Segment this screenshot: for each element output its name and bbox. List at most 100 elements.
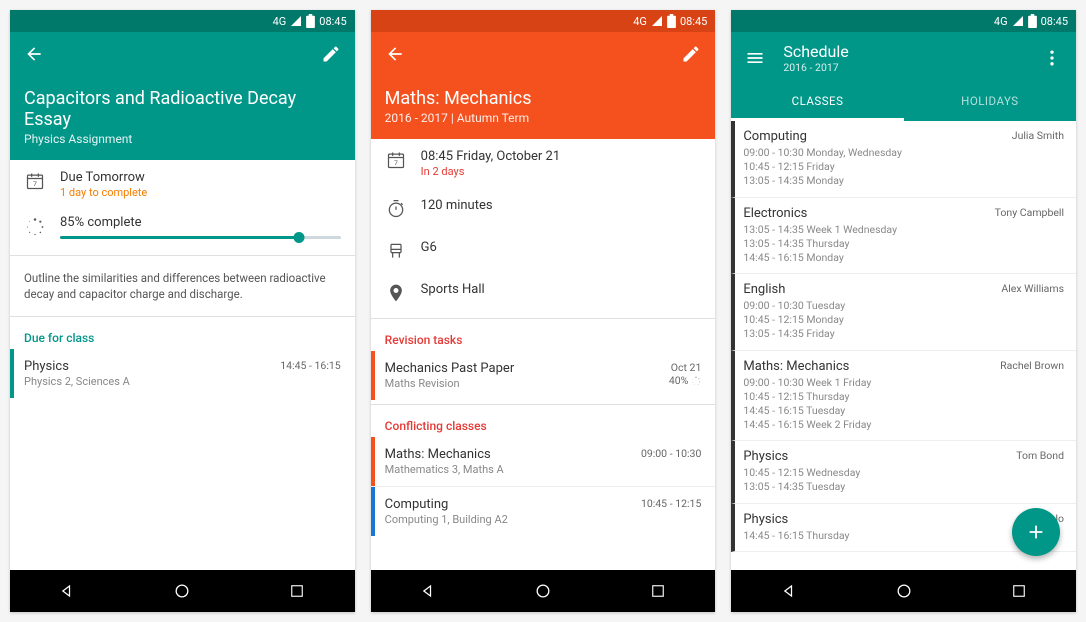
android-navbar bbox=[371, 570, 716, 612]
class-item[interactable]: Physics Physics 2, Sciences A 14:45 - 16… bbox=[10, 349, 355, 398]
progress-row: 85% complete bbox=[10, 209, 355, 251]
calendar-icon: 7 bbox=[24, 170, 46, 192]
screen-assignment-detail: 4G 08:45 Capacitors and Radioactive Deca… bbox=[10, 10, 355, 612]
back-icon[interactable] bbox=[24, 44, 44, 64]
schedule-item-line: 10:45 - 12:15 Wednesday bbox=[743, 466, 1016, 480]
schedule-item-line: 10:45 - 12:15 Thursday bbox=[743, 390, 1000, 404]
nav-home-icon[interactable] bbox=[893, 580, 915, 602]
schedule-item-line: 13:05 - 14:35 Week 1 Wednesday bbox=[743, 223, 994, 237]
room-row: G6 bbox=[371, 230, 716, 272]
tabs: CLASSES HOLIDAYS bbox=[731, 84, 1076, 121]
schedule-item-title: English bbox=[743, 282, 1001, 297]
add-button[interactable] bbox=[1012, 508, 1060, 556]
revision-sub: Maths Revision bbox=[385, 377, 669, 390]
revision-title: Mechanics Past Paper bbox=[385, 361, 669, 376]
progress-icon bbox=[24, 216, 46, 238]
battery-icon bbox=[306, 14, 315, 28]
due-warning: 1 day to complete bbox=[60, 186, 341, 199]
location-value: Sports Hall bbox=[421, 282, 702, 297]
nav-back-icon[interactable] bbox=[778, 580, 800, 602]
tab-holidays[interactable]: HOLIDAYS bbox=[904, 84, 1076, 121]
progress-icon bbox=[691, 376, 701, 386]
nav-back-icon[interactable] bbox=[417, 580, 439, 602]
schedule-item-line: 10:45 - 12:15 Friday bbox=[743, 160, 1011, 174]
class-sub: Physics 2, Sciences A bbox=[24, 375, 280, 388]
nav-recent-icon[interactable] bbox=[1008, 580, 1030, 602]
screen-class-detail: 4G 08:45 Maths: Mechanics 2016 - 2017 | … bbox=[371, 10, 716, 612]
assignment-subtitle: Physics Assignment bbox=[24, 132, 341, 146]
nav-recent-icon[interactable] bbox=[647, 580, 669, 602]
countdown-value: In 2 days bbox=[421, 165, 702, 178]
schedule-item-title: Electronics bbox=[743, 206, 994, 221]
duration-value: 120 minutes bbox=[421, 198, 702, 213]
section-conflicts: Conflicting classes bbox=[371, 409, 716, 437]
app-bar bbox=[10, 32, 355, 76]
network-label: 4G bbox=[273, 15, 287, 28]
android-navbar bbox=[731, 570, 1076, 612]
page-title: Schedule bbox=[783, 42, 1042, 61]
section-due-for-class: Due for class bbox=[10, 321, 355, 349]
battery-icon bbox=[1028, 14, 1037, 28]
edit-icon[interactable] bbox=[681, 44, 701, 64]
progress-slider[interactable] bbox=[60, 236, 341, 239]
status-bar: 4G 08:45 bbox=[371, 10, 716, 32]
clock-label: 08:45 bbox=[319, 15, 346, 28]
tab-classes[interactable]: CLASSES bbox=[731, 84, 903, 121]
more-icon[interactable] bbox=[1042, 48, 1062, 68]
class-title: Physics bbox=[24, 359, 280, 374]
svg-text:7: 7 bbox=[33, 180, 37, 188]
conflict-time: 10:45 - 12:15 bbox=[641, 497, 701, 526]
network-label: 4G bbox=[994, 15, 1008, 28]
schedule-item[interactable]: Computing09:00 - 10:30 Monday, Wednesday… bbox=[731, 121, 1076, 198]
status-bar: 4G 08:45 bbox=[10, 10, 355, 32]
edit-icon[interactable] bbox=[321, 44, 341, 64]
menu-icon[interactable] bbox=[745, 48, 765, 68]
conflict-time: 09:00 - 10:30 bbox=[641, 447, 701, 476]
nav-home-icon[interactable] bbox=[532, 580, 554, 602]
class-subtitle: 2016 - 2017 | Autumn Term bbox=[385, 111, 702, 125]
conflict-title: Computing bbox=[385, 497, 641, 512]
schedule-item[interactable]: Physics 10:45 - 12:15 Wednesday13:05 - 14… bbox=[731, 441, 1076, 503]
schedule-item-teacher: Tom Bond bbox=[1016, 449, 1064, 494]
location-row: Sports Hall bbox=[371, 272, 716, 314]
nav-back-icon[interactable] bbox=[56, 580, 78, 602]
progress-label: 85% complete bbox=[60, 215, 341, 230]
schedule-item-title: Physics bbox=[743, 512, 1052, 527]
schedule-item-line: 14:45 - 16:15 Week 2 Friday bbox=[743, 418, 1000, 432]
assignment-description: Outline the similarities and differences… bbox=[10, 260, 355, 312]
content-scroll[interactable]: 7 08:45 Friday, October 21 In 2 days 120… bbox=[371, 139, 716, 570]
clock-label: 08:45 bbox=[1041, 15, 1068, 28]
revision-task-item[interactable]: Mechanics Past Paper Maths Revision Oct … bbox=[371, 351, 716, 400]
revision-pct: 40% bbox=[669, 374, 689, 387]
android-navbar bbox=[10, 570, 355, 612]
schedule-item-line: 13:05 - 14:35 Tuesday bbox=[743, 480, 1016, 494]
nav-recent-icon[interactable] bbox=[286, 580, 308, 602]
section-revision: Revision tasks bbox=[371, 323, 716, 351]
schedule-item[interactable]: Maths: Mechanics09:00 - 10:30 Week 1 Fri… bbox=[731, 351, 1076, 442]
schedule-item-teacher: Tony Campbell bbox=[995, 206, 1064, 266]
conflict-item[interactable]: Computing Computing 1, Building A2 10:45… bbox=[371, 487, 716, 536]
due-title: Due Tomorrow bbox=[60, 170, 341, 185]
schedule-item-title: Physics bbox=[743, 449, 1016, 464]
schedule-list[interactable]: Computing09:00 - 10:30 Monday, Wednesday… bbox=[731, 121, 1076, 570]
content-scroll[interactable]: 7 Due Tomorrow 1 day to complete 85% com… bbox=[10, 160, 355, 570]
nav-home-icon[interactable] bbox=[171, 580, 193, 602]
schedule-item[interactable]: English09:00 - 10:30 Tuesday10:45 - 12:1… bbox=[731, 274, 1076, 351]
duration-row: 120 minutes bbox=[371, 188, 716, 230]
schedule-item[interactable]: Electronics 13:05 - 14:35 Week 1 Wednesda… bbox=[731, 198, 1076, 275]
schedule-item-line: 13:05 - 14:35 Thursday bbox=[743, 237, 994, 251]
screen-schedule: 4G 08:45 Schedule 2016 - 2017 CLASSES HO… bbox=[731, 10, 1076, 612]
back-icon[interactable] bbox=[385, 44, 405, 64]
clock-label: 08:45 bbox=[680, 15, 707, 28]
schedule-item-line: 14:45 - 16:15 Thursday bbox=[743, 529, 1052, 543]
datetime-value: 08:45 Friday, October 21 bbox=[421, 149, 702, 164]
schedule-item-line: 14:45 - 16:15 Monday bbox=[743, 251, 994, 265]
signal-icon bbox=[290, 15, 302, 27]
conflict-item[interactable]: Maths: Mechanics Mathematics 3, Maths A … bbox=[371, 437, 716, 486]
svg-text:7: 7 bbox=[394, 159, 398, 167]
schedule-item-line: 09:00 - 10:30 Week 1 Friday bbox=[743, 376, 1000, 390]
plus-icon bbox=[1025, 521, 1047, 543]
room-value: G6 bbox=[421, 240, 702, 255]
status-bar: 4G 08:45 bbox=[731, 10, 1076, 32]
conflict-sub: Computing 1, Building A2 bbox=[385, 513, 641, 526]
